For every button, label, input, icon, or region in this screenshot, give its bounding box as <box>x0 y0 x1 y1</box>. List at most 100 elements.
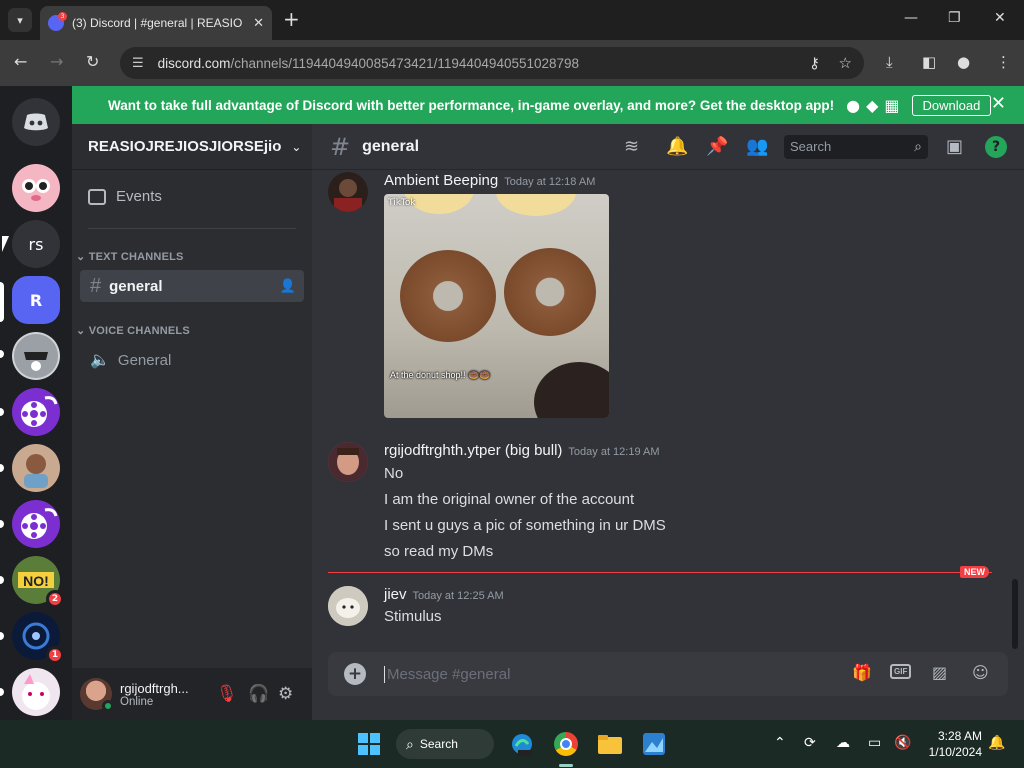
username: rgijodftrgh... <box>120 680 189 696</box>
photos-app-icon[interactable] <box>640 730 668 758</box>
server-icon-6[interactable] <box>12 388 60 436</box>
server-icon-8[interactable] <box>12 500 60 548</box>
chat-scrollbar[interactable] <box>1012 579 1018 649</box>
site-info-icon[interactable]: ☰ <box>132 56 144 71</box>
network-icon[interactable]: ▭ <box>868 735 881 751</box>
password-key-icon[interactable]: ⚷ <box>809 54 820 72</box>
inbox-icon[interactable]: ▣ <box>946 136 963 157</box>
url-path: /channels/1194404940085473421/1194404940… <box>230 55 580 71</box>
avatar[interactable] <box>328 172 368 212</box>
attach-plus-icon[interactable]: + <box>344 663 366 685</box>
category-text-channels[interactable]: ⌄ TEXT CHANNELS <box>76 250 184 263</box>
browser-tab-bar: ▾ 3 (3) Discord | #general | REASIOJ ✕ +… <box>0 0 1024 40</box>
notification-bell-icon[interactable]: 🔔 <box>988 735 1005 751</box>
server-initials-r: R <box>29 290 43 310</box>
browser-tab-discord[interactable]: 3 (3) Discord | #general | REASIOJ ✕ <box>40 6 272 40</box>
edge-beta-icon[interactable] <box>508 730 536 758</box>
server-initials-rs: rs <box>28 234 44 254</box>
search-input[interactable]: Search ⌕ <box>784 135 928 159</box>
active-app-indicator <box>559 764 573 767</box>
windows-taskbar: ⌕ Search ⌃ ⟳ ☁ ▭ 🔇 3:28 AM 1/10/2024 🔔 <box>0 720 1024 768</box>
message-author: rgijodftrghth.ytper (big bull) Today at 1… <box>384 442 660 459</box>
server-rail: rs R NO! 2 1 <box>0 86 72 720</box>
taskbar-search[interactable]: ⌕ Search <box>396 729 494 759</box>
author-name[interactable]: Ambient Beeping <box>384 172 498 189</box>
server-icon-5[interactable] <box>12 332 60 380</box>
tab-search-button[interactable]: ▾ <box>8 8 32 32</box>
volume-muted-icon[interactable]: 🔇 <box>894 735 911 751</box>
headphones-icon[interactable]: 🎧 <box>248 684 269 704</box>
forward-button[interactable]: → <box>50 52 63 71</box>
emoji-icon[interactable]: ☺ <box>972 663 989 682</box>
url-domain: discord.com <box>157 55 231 71</box>
chevron-up-icon[interactable]: ⌃ <box>774 735 786 751</box>
side-panel-icon[interactable]: ◧ <box>922 53 936 71</box>
author-name[interactable]: jiev <box>384 586 407 603</box>
avatar[interactable] <box>328 586 368 626</box>
server-icon-11[interactable] <box>12 668 60 716</box>
channel-general[interactable]: # general 👤 <box>80 270 304 302</box>
avatar[interactable] <box>80 678 114 712</box>
selected-server-pill <box>0 282 4 322</box>
server-icon-r[interactable]: R <box>12 276 60 324</box>
notification-bell-icon[interactable]: 🔔 <box>666 136 688 157</box>
user-info[interactable]: rgijodftrgh... Online <box>120 681 206 708</box>
category-voice-channels[interactable]: ⌄ VOICE CHANNELS <box>76 324 190 337</box>
author-name[interactable]: rgijodftrghth.ytper (big bull) <box>384 442 562 459</box>
message-composer[interactable]: + Message #general 🎁 GIF ▨ ☺ <box>328 652 1008 696</box>
tab-close-icon[interactable]: ✕ <box>253 16 264 31</box>
menu-kebab-icon[interactable]: ⋮ <box>996 53 1011 71</box>
new-tab-button[interactable]: + <box>283 9 300 29</box>
help-icon[interactable]: ? <box>985 136 1007 158</box>
events-item[interactable]: Events <box>88 188 162 205</box>
download-icon[interactable]: ⤓ <box>886 53 893 71</box>
gift-icon[interactable]: 🎁 <box>852 663 872 682</box>
gif-button[interactable]: GIF <box>890 664 912 679</box>
server-icon-9[interactable]: NO! 2 <box>12 556 64 608</box>
server-icon-10[interactable]: 1 <box>12 612 64 664</box>
invite-member-icon[interactable]: 👤 <box>280 278 296 294</box>
system-clock[interactable]: 3:28 AM 1/10/2024 <box>920 728 982 760</box>
video-caption: At the donut shop!! 🍩🍩 <box>390 370 491 380</box>
chat-header: # general ≋ 🔔 📌 👥 Search ⌕ ▣ ? <box>312 124 1024 170</box>
sync-icon[interactable]: ⟳ <box>804 735 816 751</box>
banner-close-icon[interactable]: ✕ <box>991 93 1006 114</box>
platform-icons: ●◆▦ <box>846 95 906 115</box>
address-bar[interactable]: ☰ discord.com/channels/11944049400854734… <box>120 47 864 79</box>
message-author: jiev Today at 12:25 AM <box>384 586 504 603</box>
unread-pill <box>0 632 4 640</box>
voice-channel-general[interactable]: 🔈 General <box>80 344 304 376</box>
divider <box>88 228 296 229</box>
close-window-button[interactable]: ✕ <box>994 10 1006 26</box>
server-header[interactable]: REASIOJREJIOSJIORSEjio ⌄ <box>72 124 312 170</box>
chevron-down-icon: ⌄ <box>291 139 302 154</box>
server-icon-1[interactable] <box>12 164 60 212</box>
video-attachment[interactable]: TikTok At the donut shop!! 🍩🍩 <box>384 194 609 418</box>
mute-mic-icon[interactable]: 🎙 <box>216 684 238 704</box>
profile-icon[interactable]: ● <box>957 53 970 71</box>
settings-gear-icon[interactable]: ⚙ <box>278 684 293 704</box>
windows-start-icon[interactable] <box>358 733 380 755</box>
bookmark-star-icon[interactable]: ☆ <box>839 54 852 72</box>
pin-icon[interactable]: 📌 <box>706 136 728 157</box>
restore-button[interactable]: ❐ <box>948 10 961 26</box>
download-button[interactable]: Download <box>911 94 992 116</box>
reload-button[interactable]: ↻ <box>86 52 99 71</box>
file-explorer-icon[interactable] <box>596 730 624 758</box>
minimize-button[interactable]: — <box>904 10 918 26</box>
channel-label: general <box>109 277 163 295</box>
threads-icon[interactable]: ≋ <box>624 136 639 157</box>
video-frame-detail <box>496 194 576 216</box>
back-button[interactable]: ← <box>14 52 27 71</box>
message-input-placeholder[interactable]: Message #general <box>384 665 510 683</box>
tab-title: (3) Discord | #general | REASIOJ <box>72 16 242 30</box>
server-icon-rs[interactable]: rs <box>12 220 60 268</box>
discord-home-icon[interactable] <box>12 98 60 146</box>
server-icon-7[interactable] <box>12 444 60 492</box>
cloud-offline-icon[interactable]: ☁ <box>836 735 850 751</box>
video-frame-detail <box>534 362 609 418</box>
avatar[interactable] <box>328 442 368 482</box>
chrome-icon[interactable] <box>552 730 580 758</box>
member-list-icon[interactable]: 👥 <box>746 136 768 157</box>
sticker-icon[interactable]: ▨ <box>932 663 947 682</box>
